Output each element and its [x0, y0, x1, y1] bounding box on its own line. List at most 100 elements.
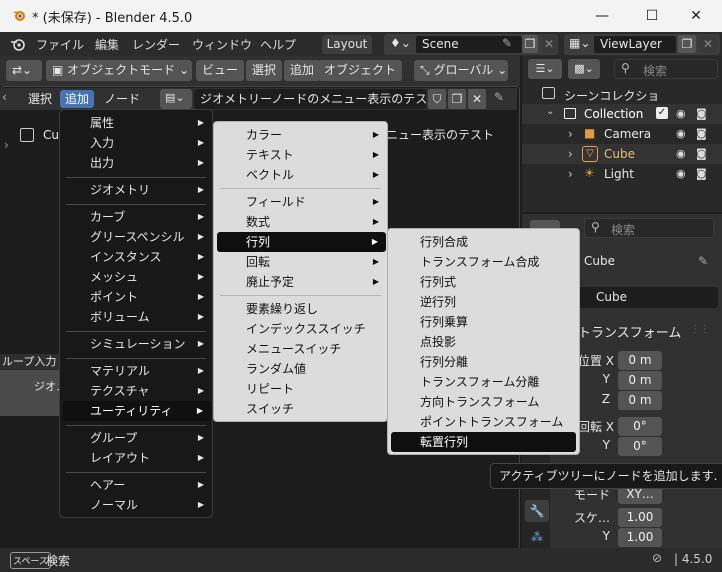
scene-selector[interactable]: ♦⌄ Scene ✎ ❐ ✕: [384, 34, 558, 55]
add-menu-item-mesh[interactable]: メッシュ ▶: [60, 267, 212, 287]
modifier-wrench-icon[interactable]: 🔧: [525, 500, 549, 522]
new-scene-icon[interactable]: ❐: [522, 35, 538, 53]
select-menu-button[interactable]: 選択: [246, 60, 283, 81]
menu-window[interactable]: ウィンドウ: [192, 36, 252, 53]
matrix-item-transpose[interactable]: 転置行列: [391, 432, 576, 452]
scale-x-field[interactable]: 1.00: [618, 508, 662, 527]
menu-edit[interactable]: 編集: [95, 36, 119, 53]
matrix-item-multiply[interactable]: 行列乗算: [388, 312, 579, 332]
menu-render[interactable]: レンダー: [132, 36, 180, 53]
minimize-button[interactable]: —: [582, 4, 622, 28]
visibility-eye-icon[interactable]: ◉: [676, 107, 686, 120]
properties-search-input[interactable]: ⚲ 検索: [584, 218, 714, 238]
pin-icon[interactable]: ✎: [698, 254, 708, 268]
add-menu-item-simulation[interactable]: シミュレーション ▶: [60, 334, 212, 354]
expand-arrow-icon[interactable]: ›: [568, 167, 573, 181]
utilities-item-rotation[interactable]: 回転 ▶: [214, 252, 387, 272]
add-menu-item-point[interactable]: ポイント ▶: [60, 287, 212, 307]
utilities-item-deprecated[interactable]: 廃止予定 ▶: [214, 272, 387, 292]
matrix-item-transform-point[interactable]: ポイントトランスフォーム: [388, 412, 579, 432]
utilities-item-vector[interactable]: ベクトル ▶: [214, 165, 387, 185]
outliner-row-cube[interactable]: › ▽ Cube ◉ ◙: [522, 144, 722, 164]
render-camera-icon[interactable]: ◙: [696, 127, 707, 140]
utilities-item-text[interactable]: テキスト ▶: [214, 145, 387, 165]
utilities-item-field[interactable]: フィールド ▶: [214, 192, 387, 212]
add-menu-item-layout[interactable]: レイアウト ▶: [60, 448, 212, 468]
outliner-row-scene-collection[interactable]: シーンコレクショ: [522, 84, 722, 104]
utilities-item-repeat[interactable]: リピート: [214, 379, 387, 399]
transform-orientation-dropdown[interactable]: ⤡ グローバル ⌄: [414, 60, 508, 81]
matrix-item-transform-direction[interactable]: 方向トランスフォーム: [388, 392, 579, 412]
object-name-field[interactable]: Cube: [578, 287, 718, 308]
render-camera-icon[interactable]: ◙: [696, 167, 707, 180]
add-menu-item-texture[interactable]: テクスチャ ▶: [60, 381, 212, 401]
outliner-row-camera[interactable]: › ■ Camera ◉ ◙: [522, 124, 722, 144]
transform-tool-icon[interactable]: ⇄⌄: [6, 60, 42, 81]
outliner-display-mode-icon[interactable]: ☰⌄: [528, 59, 562, 79]
expand-arrow-icon[interactable]: ›: [568, 127, 573, 141]
visibility-eye-icon[interactable]: ◉: [676, 127, 686, 140]
node-menu-add[interactable]: 追加: [60, 90, 95, 108]
add-menu-item-volume[interactable]: ボリューム ▶: [60, 307, 212, 327]
add-menu-item-curve[interactable]: カーブ ▶: [60, 207, 212, 227]
utilities-item-index-switch[interactable]: インデックススイッチ: [214, 319, 387, 339]
add-menu-item-input[interactable]: 入力 ▶: [60, 133, 212, 153]
visibility-eye-icon[interactable]: ◉: [676, 147, 686, 160]
utilities-item-matrix[interactable]: 行列 ▶: [217, 232, 386, 252]
matrix-item-project-point[interactable]: 点投影: [388, 332, 579, 352]
node-menu-select[interactable]: 選択: [22, 90, 58, 108]
duplicate-tree-icon[interactable]: ❐: [448, 89, 466, 109]
collapse-arrow-icon[interactable]: ‹: [2, 90, 7, 104]
delete-viewlayer-icon[interactable]: ✕: [699, 35, 717, 53]
left-collapse-icon[interactable]: ›: [4, 138, 9, 152]
outliner-search-input[interactable]: ⚲ 検索: [614, 59, 718, 79]
utilities-item-math[interactable]: 数式 ▶: [214, 212, 387, 232]
outliner-row-collection[interactable]: ⌄ Collection ✓ ◉ ◙: [522, 104, 722, 124]
add-menu-item-material[interactable]: マテリアル ▶: [60, 361, 212, 381]
visibility-eye-icon[interactable]: ◉: [676, 167, 686, 180]
matrix-item-combine-matrix[interactable]: 行列合成: [388, 232, 579, 252]
workspace-tab-layout[interactable]: Layout: [322, 35, 372, 54]
object-menu-button[interactable]: オブジェクト: [318, 60, 403, 81]
outliner-filter-icon[interactable]: ▩⌄: [568, 59, 600, 79]
utilities-item-menu-switch[interactable]: メニュースイッチ: [214, 339, 387, 359]
transform-panel-title[interactable]: トランスフォーム: [578, 322, 681, 341]
group-input-node[interactable]: ループ入力 ジオメ: [0, 354, 67, 416]
add-menu-item-utilities[interactable]: ユーティリティ ▶: [63, 401, 211, 421]
add-menu-item-output[interactable]: 出力 ▶: [60, 153, 212, 173]
node-menu-node[interactable]: ノード: [98, 90, 146, 108]
fake-user-shield-icon[interactable]: ⛉: [428, 89, 446, 109]
add-menu-item-attribute[interactable]: 属性 ▶: [60, 113, 212, 133]
menu-file[interactable]: ファイル: [36, 36, 84, 53]
add-menu-item-grease-pencil[interactable]: グリースペンシル ▶: [60, 227, 212, 247]
utilities-item-for-each-element[interactable]: 要素繰り返し: [214, 299, 387, 319]
add-menu-item-geometry[interactable]: ジオメトリ ▶: [60, 180, 212, 200]
menu-help[interactable]: ヘルプ: [260, 36, 296, 53]
scale-y-field[interactable]: 1.00: [618, 528, 662, 547]
render-camera-icon[interactable]: ◙: [696, 107, 707, 120]
add-menu-button[interactable]: 追加: [284, 60, 321, 81]
particles-icon[interactable]: ⁂: [525, 526, 549, 548]
render-camera-icon[interactable]: ◙: [696, 147, 707, 160]
pin-scene-icon[interactable]: ✎: [502, 36, 512, 50]
matrix-item-separate-matrix[interactable]: 行列分離: [388, 352, 579, 372]
utilities-item-switch[interactable]: スイッチ: [214, 399, 387, 419]
node-tree-browse[interactable]: ▤⌄: [160, 89, 192, 109]
location-y-field[interactable]: 0 m: [618, 371, 662, 390]
pin-tree-icon[interactable]: ✎: [494, 90, 504, 104]
add-menu-item-hair[interactable]: ヘアー ▶: [60, 475, 212, 495]
delete-scene-icon[interactable]: ✕: [541, 35, 557, 53]
utilities-item-random-value[interactable]: ランダム値: [214, 359, 387, 379]
mode-dropdown[interactable]: ▣ オブジェクトモード ⌄: [46, 60, 192, 81]
matrix-item-separate-transform[interactable]: トランスフォーム分離: [388, 372, 579, 392]
matrix-item-combine-transform[interactable]: トランスフォーム合成: [388, 252, 579, 272]
outliner-row-light[interactable]: › ☀ Light ◉ ◙: [522, 164, 722, 184]
expand-arrow-icon[interactable]: ⌄: [546, 106, 554, 117]
blender-menu-icon[interactable]: [10, 37, 26, 51]
rotation-y-field[interactable]: 0°: [618, 437, 662, 456]
close-window-button[interactable]: ✕: [676, 4, 716, 28]
add-menu-item-normal[interactable]: ノーマル ▶: [60, 495, 212, 515]
drag-handle-icon[interactable]: ⋮⋮: [690, 324, 710, 335]
add-menu-item-group[interactable]: グループ ▶: [60, 428, 212, 448]
rotation-x-field[interactable]: 0°: [618, 417, 662, 436]
